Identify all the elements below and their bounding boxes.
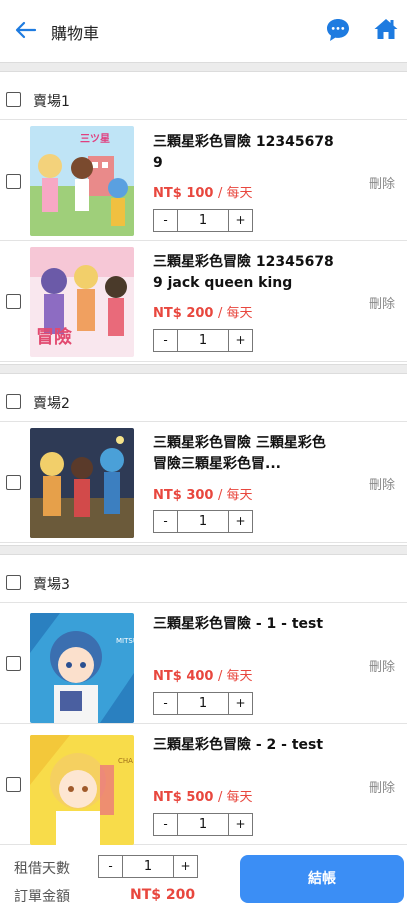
price-unit: / 每天 bbox=[218, 186, 253, 201]
increment-button[interactable]: + bbox=[229, 210, 252, 231]
price-amount: NT$ 400 bbox=[153, 669, 214, 684]
increment-button[interactable]: + bbox=[229, 511, 252, 532]
quantity-stepper: - 1 + bbox=[153, 329, 253, 352]
item-thumbnail[interactable]: 三ツ星 bbox=[30, 126, 134, 236]
section-divider bbox=[0, 545, 407, 555]
item-price: NT$ 300 / 每天 bbox=[153, 484, 253, 503]
price-amount: NT$ 100 bbox=[153, 186, 214, 201]
increment-button[interactable]: + bbox=[229, 814, 252, 835]
checkout-footer: 租借天數 - 1 + 訂單金額 NT$ 200 結帳 bbox=[0, 849, 407, 911]
svg-text:冒險: 冒險 bbox=[36, 326, 72, 348]
quantity-stepper: - 1 + bbox=[153, 692, 253, 715]
cart-item: CHA 三顆星彩色冒險 - 2 - test NT$ 500 / 每天 - 1 … bbox=[0, 724, 407, 845]
item-price: NT$ 400 / 每天 bbox=[153, 665, 253, 684]
delete-button[interactable]: 刪除 bbox=[369, 777, 395, 796]
svg-text:CHA: CHA bbox=[118, 757, 133, 765]
price-amount: NT$ 300 bbox=[153, 488, 214, 503]
shop-checkbox[interactable] bbox=[6, 394, 21, 409]
increment-button[interactable]: + bbox=[174, 856, 197, 877]
section-divider bbox=[0, 364, 407, 374]
item-name[interactable]: 三顆星彩色冒險 三顆星彩色冒險三顆星彩色冒... bbox=[153, 433, 338, 475]
app-header: 購物車 bbox=[0, 0, 407, 62]
item-name[interactable]: 三顆星彩色冒險 - 1 - test bbox=[153, 614, 338, 635]
cart-item: 三ツ星 三顆星彩色冒險 123456789 NT$ 100 / 每天 - 1 +… bbox=[0, 120, 407, 241]
decrement-button[interactable]: - bbox=[99, 856, 122, 877]
item-name[interactable]: 三顆星彩色冒險 123456789 bbox=[153, 132, 338, 174]
increment-button[interactable]: + bbox=[229, 330, 252, 351]
item-checkbox[interactable] bbox=[6, 174, 21, 189]
shop-checkbox[interactable] bbox=[6, 575, 21, 590]
decrement-button[interactable]: - bbox=[154, 814, 177, 835]
quantity-value[interactable]: 1 bbox=[177, 330, 229, 351]
shop-checkbox[interactable] bbox=[6, 92, 21, 107]
svg-text:MITSU: MITSU bbox=[116, 637, 134, 645]
price-unit: / 每天 bbox=[218, 669, 253, 684]
price-amount: NT$ 500 bbox=[153, 790, 214, 805]
price-unit: / 每天 bbox=[218, 790, 253, 805]
cart-item: 冒險 三顆星彩色冒險 123456789 jack queen king NT$… bbox=[0, 241, 407, 362]
price-unit: / 每天 bbox=[218, 306, 253, 321]
quantity-stepper: - 1 + bbox=[153, 813, 253, 836]
page-title: 購物車 bbox=[51, 24, 100, 43]
chat-bubble-icon[interactable] bbox=[325, 17, 351, 43]
shop-label: 賣場1 bbox=[33, 94, 70, 110]
increment-button[interactable]: + bbox=[229, 693, 252, 714]
item-price: NT$ 200 / 每天 bbox=[153, 302, 253, 321]
item-checkbox[interactable] bbox=[6, 475, 21, 490]
shop-section-header: 賣場2 bbox=[0, 382, 407, 422]
item-name[interactable]: 三顆星彩色冒險 123456789 jack queen king bbox=[153, 252, 338, 294]
checkout-button[interactable]: 結帳 bbox=[240, 855, 404, 903]
item-price: NT$ 100 / 每天 bbox=[153, 182, 253, 201]
quantity-value[interactable]: 1 bbox=[177, 693, 229, 714]
delete-button[interactable]: 刪除 bbox=[369, 474, 395, 493]
item-thumbnail[interactable] bbox=[30, 428, 134, 538]
rental-days-stepper: - 1 + bbox=[98, 855, 198, 878]
cart-item: 三顆星彩色冒險 三顆星彩色冒險三顆星彩色冒... NT$ 300 / 每天 - … bbox=[0, 422, 407, 543]
decrement-button[interactable]: - bbox=[154, 693, 177, 714]
item-price: NT$ 500 / 每天 bbox=[153, 786, 253, 805]
item-thumbnail[interactable]: CHA bbox=[30, 735, 134, 845]
order-total-label: 訂單金額 bbox=[14, 889, 70, 905]
delete-button[interactable]: 刪除 bbox=[369, 173, 395, 192]
delete-button[interactable]: 刪除 bbox=[369, 293, 395, 312]
delete-button[interactable]: 刪除 bbox=[369, 656, 395, 675]
item-checkbox[interactable] bbox=[6, 777, 21, 792]
decrement-button[interactable]: - bbox=[154, 511, 177, 532]
item-checkbox[interactable] bbox=[6, 656, 21, 671]
order-total-value: NT$ 200 bbox=[130, 887, 196, 903]
shop-label: 賣場3 bbox=[33, 577, 70, 593]
arrow-left-icon[interactable] bbox=[14, 18, 38, 42]
quantity-stepper: - 1 + bbox=[153, 510, 253, 533]
shop-label: 賣場2 bbox=[33, 396, 70, 412]
item-thumbnail[interactable]: MITSU bbox=[30, 613, 134, 723]
rental-days-value[interactable]: 1 bbox=[122, 856, 174, 877]
decrement-button[interactable]: - bbox=[154, 210, 177, 231]
quantity-stepper: - 1 + bbox=[153, 209, 253, 232]
quantity-value[interactable]: 1 bbox=[177, 511, 229, 532]
item-thumbnail[interactable]: 冒險 bbox=[30, 247, 134, 357]
item-name[interactable]: 三顆星彩色冒險 - 2 - test bbox=[153, 735, 338, 756]
shop-section-header: 賣場3 bbox=[0, 563, 407, 603]
price-unit: / 每天 bbox=[218, 488, 253, 503]
price-amount: NT$ 200 bbox=[153, 306, 214, 321]
cart-item: MITSU 三顆星彩色冒險 - 1 - test NT$ 400 / 每天 - … bbox=[0, 603, 407, 724]
home-icon[interactable] bbox=[373, 16, 399, 42]
section-divider bbox=[0, 62, 407, 72]
shop-section-header: 賣場1 bbox=[0, 80, 407, 120]
decrement-button[interactable]: - bbox=[154, 330, 177, 351]
svg-text:三ツ星: 三ツ星 bbox=[80, 133, 110, 145]
quantity-value[interactable]: 1 bbox=[177, 210, 229, 231]
quantity-value[interactable]: 1 bbox=[177, 814, 229, 835]
item-checkbox[interactable] bbox=[6, 294, 21, 309]
rental-days-label: 租借天數 bbox=[14, 861, 70, 877]
